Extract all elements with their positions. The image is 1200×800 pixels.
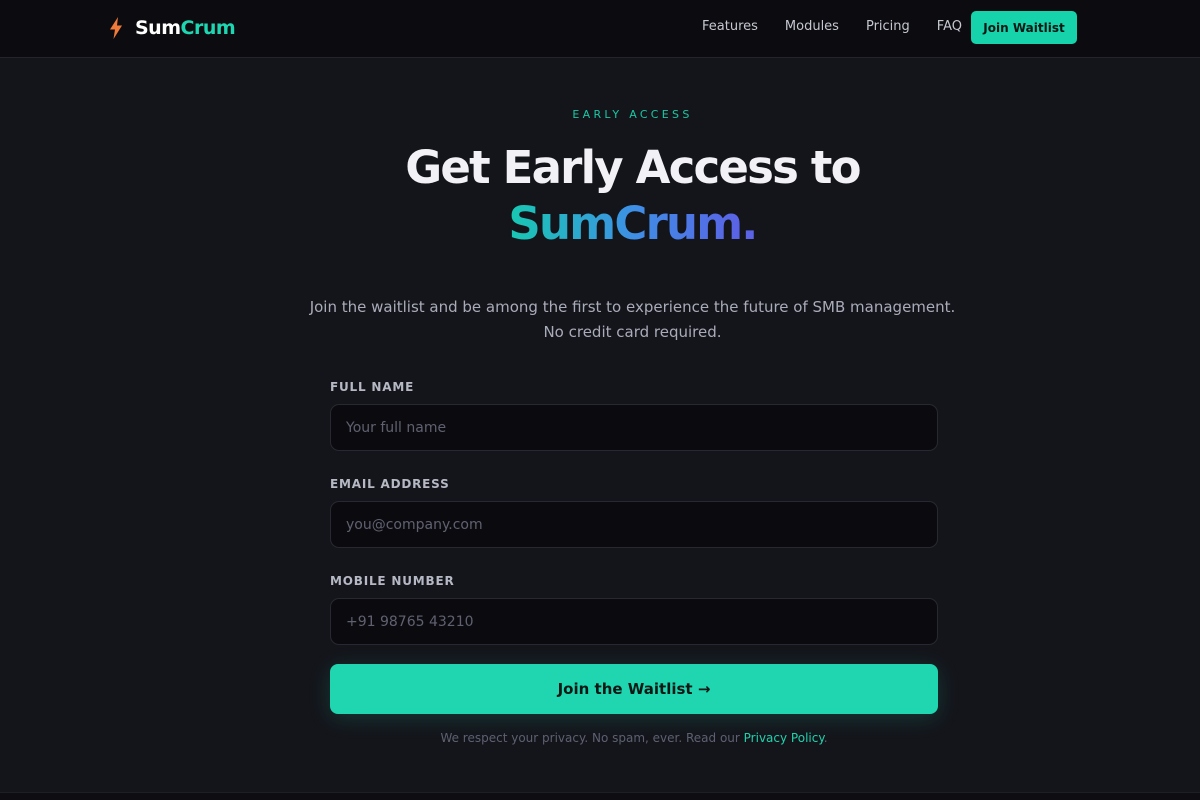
email-input[interactable] <box>330 501 938 548</box>
nav-link-features[interactable]: Features <box>702 19 758 34</box>
full-name-label: FULL NAME <box>330 380 415 394</box>
brand-name-part-a: Sum <box>135 17 181 39</box>
next-section-edge <box>0 792 1200 800</box>
privacy-note: We respect your privacy. No spam, ever. … <box>330 731 938 745</box>
email-label: EMAIL ADDRESS <box>330 477 450 491</box>
headline-brand: SumCrum <box>508 197 743 250</box>
lightning-bolt-icon <box>110 17 122 39</box>
nav-links: Features Modules Pricing FAQ <box>702 19 989 34</box>
nav-link-faq[interactable]: FAQ <box>937 19 962 34</box>
subtext-line-2: No credit card required. <box>543 323 722 341</box>
privacy-text: We respect your privacy. No spam, ever. … <box>440 731 740 745</box>
headline-line-1: Get Early Access to <box>405 141 861 194</box>
eyebrow-label: EARLY ACCESS <box>572 108 693 121</box>
headline-dot: . <box>741 197 758 250</box>
join-waitlist-nav-button[interactable]: Join Waitlist <box>971 11 1077 44</box>
brand-name-part-b: Crum <box>180 17 236 39</box>
privacy-end: . <box>823 731 828 745</box>
full-name-group: FULL NAME <box>330 380 938 451</box>
brand-name: SumCrum <box>135 17 236 39</box>
mobile-group: MOBILE NUMBER <box>330 574 938 645</box>
waitlist-form: FULL NAME EMAIL ADDRESS MOBILE NUMBER Jo… <box>330 380 938 745</box>
email-group: EMAIL ADDRESS <box>330 477 938 548</box>
mobile-input[interactable] <box>330 598 938 645</box>
hero-subtext: Join the waitlist and be among the first… <box>0 295 1200 345</box>
nav-link-pricing[interactable]: Pricing <box>866 19 910 34</box>
nav-link-modules[interactable]: Modules <box>785 19 839 34</box>
subtext-line-1: Join the waitlist and be among the first… <box>309 298 956 316</box>
full-name-input[interactable] <box>330 404 938 451</box>
mobile-label: MOBILE NUMBER <box>330 574 455 588</box>
page-headline: Get Early Access to SumCrum. <box>0 140 1200 252</box>
privacy-policy-link[interactable]: Privacy Policy <box>744 731 824 745</box>
top-navbar: SumCrum Features Modules Pricing FAQ Joi… <box>0 0 1200 58</box>
join-waitlist-submit-button[interactable]: Join the Waitlist → <box>330 664 938 714</box>
brand-logo[interactable]: SumCrum <box>110 15 236 41</box>
